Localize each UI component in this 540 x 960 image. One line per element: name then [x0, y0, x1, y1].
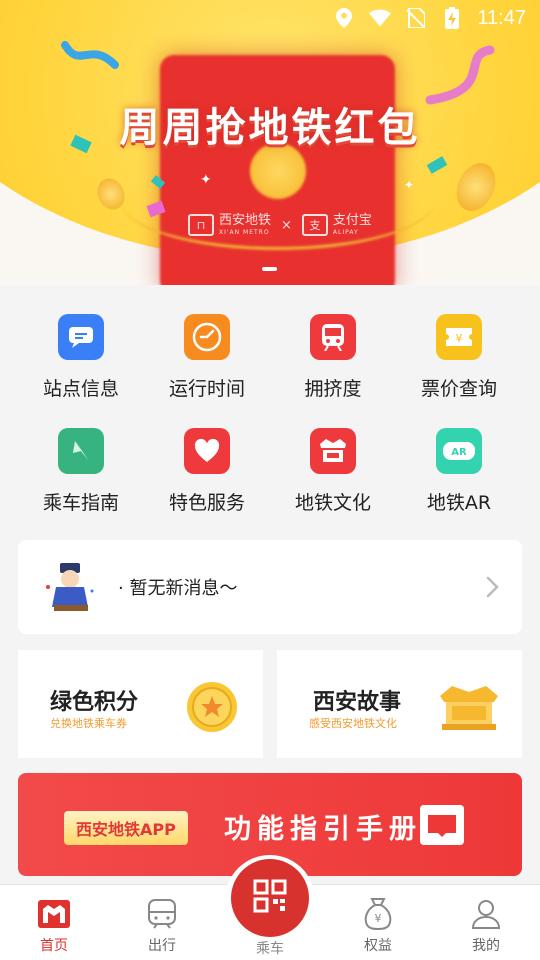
- message-card[interactable]: · 暂无新消息～: [18, 540, 522, 634]
- inbox-icon: [420, 805, 464, 845]
- xian-story-subtitle: 感受西安地铁文化: [309, 717, 397, 730]
- status-time: 11:47: [477, 6, 526, 29]
- mascot-avatar: [40, 557, 100, 617]
- clock-icon: [184, 314, 230, 360]
- metro-logo-icon: ⊓: [188, 214, 214, 236]
- status-bar: 11:47: [0, 0, 540, 36]
- grid-item-metro-culture[interactable]: 地铁文化: [270, 428, 396, 515]
- xian-story-card[interactable]: 西安故事 感受西安地铁文化: [277, 650, 522, 758]
- train-icon: [310, 314, 356, 360]
- sparkle-icon: ✦: [404, 178, 415, 192]
- star-medal-icon: [183, 678, 241, 736]
- separator: ×: [281, 217, 292, 233]
- svg-text:¥: ¥: [456, 332, 463, 345]
- svg-text:AR: AR: [451, 447, 467, 458]
- grid-item-crowding[interactable]: 拥挤度: [270, 314, 396, 401]
- user-icon: [469, 897, 503, 931]
- message-text: · 暂无新消息～: [118, 578, 238, 599]
- grid-item-metro-ar[interactable]: AR 地铁AR: [396, 428, 522, 515]
- nav-ride-label: 乘车: [256, 941, 284, 957]
- compass-icon: [58, 428, 104, 474]
- ar-glasses-icon: AR: [436, 428, 482, 474]
- ticket-icon: ¥: [436, 314, 482, 360]
- grid-item-fare-query[interactable]: ¥ 票价查询: [396, 314, 522, 401]
- station-info-icon: [58, 314, 104, 360]
- metro-icon: [145, 897, 179, 931]
- promo-banner[interactable]: ✦ ✦ 周周抢地铁红包 ⊓ 西安地铁 XI'AN METRO × 支 支付宝 A…: [0, 0, 540, 285]
- battery-charging-icon: [441, 7, 463, 29]
- guide-app-pill: 西安地铁APP: [64, 811, 188, 845]
- svg-text:¥: ¥: [375, 912, 382, 925]
- xian-story-title: 西安故事: [313, 690, 402, 715]
- nav-benefits[interactable]: ¥ 权益: [324, 885, 432, 960]
- home-icon: [37, 897, 71, 931]
- red-packet-graphic: [120, 55, 435, 285]
- guide-title: 功能指引手册: [224, 814, 422, 845]
- culture-icon: [310, 428, 356, 474]
- nav-mine[interactable]: 我的: [432, 885, 540, 960]
- grid-item-running-time[interactable]: 运行时间: [144, 314, 270, 401]
- grid-item-special-service[interactable]: 特色服务: [144, 428, 270, 515]
- pavilion-icon: [438, 678, 500, 736]
- money-bag-icon: ¥: [361, 897, 395, 931]
- no-sim-icon: [405, 7, 427, 29]
- nav-home[interactable]: 首页: [0, 885, 108, 960]
- alipay-logo-icon: 支: [301, 214, 328, 236]
- grid-item-station-info[interactable]: 站点信息: [18, 314, 144, 401]
- green-points-title: 绿色积分: [50, 690, 139, 715]
- location-icon: [333, 7, 355, 29]
- chevron-right-icon[interactable]: [480, 575, 504, 599]
- alipay-logo: 支 支付宝 ALIPAY: [301, 214, 372, 236]
- banner-title: 周周抢地铁红包: [119, 105, 421, 151]
- partner-logos: ⊓ 西安地铁 XI'AN METRO × 支 支付宝 ALIPAY: [188, 214, 372, 236]
- green-points-card[interactable]: 绿色积分 兑换地铁乘车券: [18, 650, 263, 758]
- nav-travel[interactable]: 出行: [108, 885, 216, 960]
- nav-ride-button[interactable]: [231, 859, 309, 937]
- xian-metro-logo: ⊓ 西安地铁 XI'AN METRO: [188, 214, 271, 236]
- wifi-icon: [369, 7, 392, 29]
- qr-code-icon: [253, 879, 287, 917]
- ribbon-icon: [61, 41, 119, 69]
- green-points-subtitle: 兑换地铁乘车券: [50, 717, 127, 730]
- heart-icon: [184, 428, 230, 474]
- grid-item-guide[interactable]: 乘车指南: [18, 428, 144, 515]
- carousel-indicator: [262, 267, 277, 271]
- sparkle-icon: ✦: [200, 172, 212, 188]
